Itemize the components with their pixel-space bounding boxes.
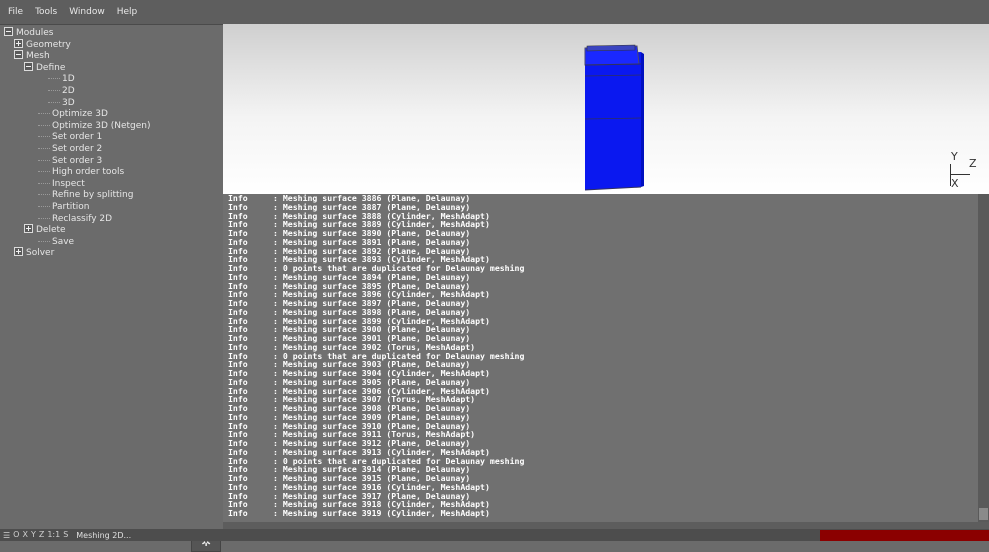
tree-item-label: Partition <box>52 201 90 212</box>
tree-guide-line <box>38 147 50 149</box>
collapse-icon[interactable] <box>14 50 23 60</box>
tree-item-label: Optimize 3D (Netgen) <box>52 120 151 131</box>
tree-item-2d[interactable]: 2D <box>4 86 151 98</box>
menu-bar: File Tools Window Help <box>0 0 989 25</box>
tree-guide-line <box>38 182 50 184</box>
view-button-o[interactable]: O <box>13 530 19 539</box>
tree-item-label: Set order 3 <box>52 155 103 166</box>
console-horizontal-scrollbar[interactable] <box>223 522 989 529</box>
tree-item-high-order-tools[interactable]: High order tools <box>4 167 151 179</box>
tree-guide-line <box>38 124 50 126</box>
tree-guide-line <box>48 101 60 103</box>
view-button-s[interactable]: S <box>63 530 68 539</box>
tree-item-save[interactable]: Save <box>4 237 151 249</box>
tree-item-label: 2D <box>62 85 75 96</box>
tree-item-set-order-2[interactable]: Set order 2 <box>4 144 151 156</box>
axis-label-x: X <box>951 177 959 190</box>
tree-guide-line <box>48 89 60 91</box>
menu-toggle-icon[interactable]: ☰ <box>3 531 10 540</box>
expand-icon[interactable] <box>14 38 23 48</box>
log-level: Info <box>228 508 248 518</box>
expand-icon[interactable] <box>24 224 33 234</box>
log-message: : Meshing surface 3919 (Cylinder, MeshAd… <box>273 508 490 518</box>
tree-item-refine-by-splitting[interactable]: Refine by splitting <box>4 190 151 202</box>
view-button-y[interactable]: Y <box>31 530 36 539</box>
progress-bar <box>820 530 989 541</box>
tree-item-label: Set order 2 <box>52 143 103 154</box>
menu-tools[interactable]: Tools <box>35 7 57 17</box>
view-button-x[interactable]: X <box>22 530 27 539</box>
tree-item-label: Reclassify 2D <box>52 213 113 224</box>
menu-help[interactable]: Help <box>117 7 138 17</box>
view-buttons: O X Y Z 1:1 S <box>10 530 68 540</box>
tree-item-label: Inspect <box>52 178 85 189</box>
tree-item-label: Solver <box>26 248 55 259</box>
tree-item-define[interactable]: Define <box>4 61 151 75</box>
tree-item-modules[interactable]: Modules <box>4 27 151 40</box>
message-console[interactable]: Info: Meshing surface 3886 (Plane, Delau… <box>223 194 978 522</box>
scrollbar-thumb[interactable] <box>979 508 988 520</box>
tree-item-label: Optimize 3D <box>52 109 108 120</box>
tree-item-label: Set order 1 <box>52 132 103 143</box>
tree-item-label: Geometry <box>26 39 71 50</box>
tree-item-label: 3D <box>62 97 75 108</box>
tree-item-solver[interactable]: Solver <box>4 247 151 260</box>
tree-item-label: Modules <box>16 28 54 38</box>
collapse-icon[interactable] <box>24 61 33 71</box>
tree-item-label: High order tools <box>52 167 125 178</box>
tree-item-label: Define <box>36 62 66 73</box>
tree-item-set-order-1[interactable]: Set order 1 <box>4 132 151 144</box>
status-message: Meshing 2D... <box>76 530 132 540</box>
tree-guide-line <box>38 159 50 161</box>
tree-guide-line <box>38 113 50 115</box>
tree-item-optimize-3d[interactable]: Optimize 3D <box>4 109 151 121</box>
tree-item-1d[interactable]: 1D <box>4 74 151 86</box>
model-side <box>641 52 644 187</box>
tree-guide-line <box>38 217 50 219</box>
module-tree: Modules Geometry Mesh Define 1D 2D 3D Optimize … <box>4 27 151 260</box>
module-tree-panel: Modules Geometry Mesh Define 1D 2D 3D Optimize … <box>0 25 222 552</box>
menu-window[interactable]: Window <box>69 7 105 17</box>
expand-icon[interactable] <box>14 247 23 257</box>
tree-guide-line <box>38 205 50 207</box>
tree-item-label: Save <box>52 236 75 247</box>
model-body <box>585 52 641 190</box>
tree-guide-line <box>38 136 50 138</box>
tree-guide-line <box>38 240 50 242</box>
tree-item-inspect[interactable]: Inspect <box>4 179 151 191</box>
axis-label-y: Y <box>951 150 958 163</box>
model-top-cap <box>586 44 636 52</box>
tree-item-geometry[interactable]: Geometry <box>4 38 151 52</box>
tree-guide-line <box>38 194 50 196</box>
tree-item-label: Mesh <box>26 51 50 62</box>
console-vertical-scrollbar[interactable] <box>978 194 989 522</box>
model-render <box>584 44 644 191</box>
menu-file[interactable]: File <box>8 7 23 17</box>
tree-guide-line <box>38 171 50 173</box>
tree-item-optimize-3d-netgen[interactable]: Optimize 3D (Netgen) <box>4 121 151 133</box>
tree-item-set-order-3[interactable]: Set order 3 <box>4 156 151 168</box>
view-button-1-1[interactable]: 1:1 <box>47 530 60 539</box>
tree-item-partition[interactable]: Partition <box>4 202 151 214</box>
axis-label-z: Z <box>969 157 977 170</box>
tree-item-label: 1D <box>62 74 75 85</box>
collapse-icon[interactable] <box>4 27 13 36</box>
tree-item-3d[interactable]: 3D <box>4 98 151 110</box>
axis-line-horizontal <box>950 174 970 175</box>
graphics-viewport[interactable]: Y Z X <box>223 24 989 194</box>
view-button-z[interactable]: Z <box>39 530 44 539</box>
console-lines: Info: Meshing surface 3886 (Plane, Delau… <box>228 194 524 518</box>
tree-guide-line <box>48 78 60 80</box>
tree-item-label: Refine by splitting <box>52 190 134 201</box>
log-line: Info : Meshing surface 3919 (Cylinder, Me… <box>228 509 524 518</box>
tree-item-delete[interactable]: Delete <box>4 224 151 237</box>
tree-item-label: Delete <box>36 225 66 236</box>
